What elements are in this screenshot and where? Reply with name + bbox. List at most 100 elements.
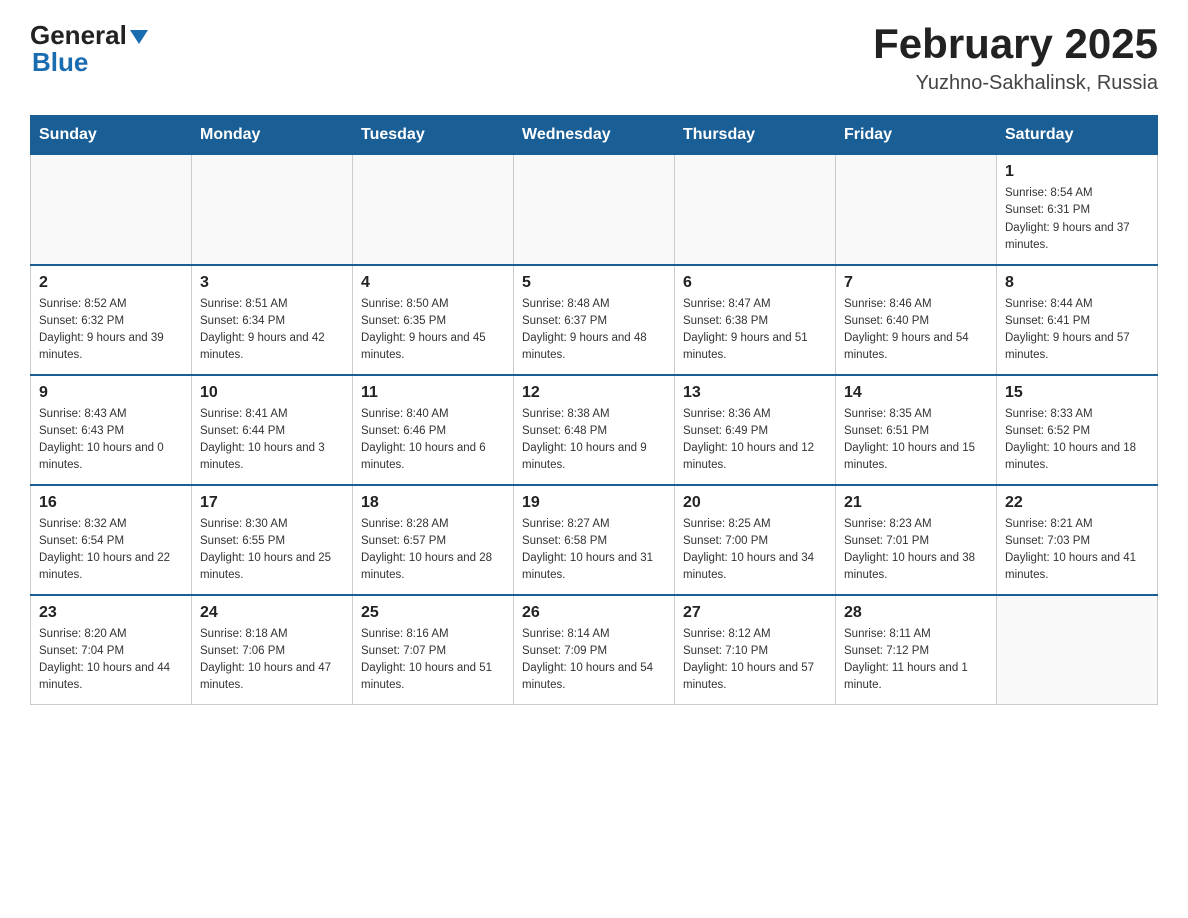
- day-number: 8: [1005, 274, 1149, 292]
- day-number: 16: [39, 494, 183, 512]
- day-number: 24: [200, 604, 344, 622]
- day-info: Sunrise: 8:35 AM Sunset: 6:51 PM Dayligh…: [844, 406, 988, 475]
- day-info: Sunrise: 8:47 AM Sunset: 6:38 PM Dayligh…: [683, 296, 827, 365]
- day-info: Sunrise: 8:32 AM Sunset: 6:54 PM Dayligh…: [39, 516, 183, 585]
- calendar-subtitle: Yuzhno-Sakhalinsk, Russia: [873, 72, 1158, 95]
- day-number: 6: [683, 274, 827, 292]
- calendar-week-row: 2 Sunrise: 8:52 AM Sunset: 6:32 PM Daylig…: [31, 265, 1158, 375]
- day-number: 5: [522, 274, 666, 292]
- calendar-day-cell: 18 Sunrise: 8:28 AM Sunset: 6:57 PM Dayli…: [353, 485, 514, 595]
- calendar-day-cell: 3Sunrise: 8:51 AM Sunset: 6:34 PM Daylig…: [192, 265, 353, 375]
- calendar-day-cell: 19 Sunrise: 8:27 AM Sunset: 6:58 PM Dayli…: [514, 485, 675, 595]
- calendar-table: Sunday Monday Tuesday Wednesday Thursday…: [30, 115, 1158, 705]
- calendar-week-row: 1 Sunrise: 8:54 AM Sunset: 6:31 PM Daylig…: [31, 155, 1158, 265]
- day-number: 28: [844, 604, 988, 622]
- calendar-day-cell: 23 Sunrise: 8:20 AM Sunset: 7:04 PM Dayli…: [31, 595, 192, 705]
- day-info: Sunrise: 8:40 AM Sunset: 6:46 PM Dayligh…: [361, 406, 505, 475]
- day-number: 10: [200, 384, 344, 402]
- day-number: 19: [522, 494, 666, 512]
- day-number: 21: [844, 494, 988, 512]
- logo-text-blue: Blue: [30, 47, 88, 78]
- header-wednesday: Wednesday: [514, 116, 675, 155]
- day-number: 3: [200, 274, 344, 292]
- header-saturday: Saturday: [997, 116, 1158, 155]
- calendar-day-cell: [675, 155, 836, 265]
- day-number: 15: [1005, 384, 1149, 402]
- calendar-day-cell: 24Sunrise: 8:18 AM Sunset: 7:06 PM Dayli…: [192, 595, 353, 705]
- calendar-day-cell: 10 Sunrise: 8:41 AM Sunset: 6:44 PM Dayli…: [192, 375, 353, 485]
- day-info: Sunrise: 8:27 AM Sunset: 6:58 PM Dayligh…: [522, 516, 666, 585]
- calendar-day-cell: 7 Sunrise: 8:46 AM Sunset: 6:40 PM Daylig…: [836, 265, 997, 375]
- header-tuesday: Tuesday: [353, 116, 514, 155]
- day-info: Sunrise: 8:38 AM Sunset: 6:48 PM Dayligh…: [522, 406, 666, 475]
- day-number: 27: [683, 604, 827, 622]
- header-thursday: Thursday: [675, 116, 836, 155]
- day-number: 7: [844, 274, 988, 292]
- calendar-week-row: 23 Sunrise: 8:20 AM Sunset: 7:04 PM Dayli…: [31, 595, 1158, 705]
- day-info: Sunrise: 8:25 AM Sunset: 7:00 PM Dayligh…: [683, 516, 827, 585]
- day-number: 17: [200, 494, 344, 512]
- calendar-day-cell: 25Sunrise: 8:16 AM Sunset: 7:07 PM Dayli…: [353, 595, 514, 705]
- calendar-day-cell: 4 Sunrise: 8:50 AM Sunset: 6:35 PM Daylig…: [353, 265, 514, 375]
- day-info: Sunrise: 8:21 AM Sunset: 7:03 PM Dayligh…: [1005, 516, 1149, 585]
- day-info: Sunrise: 8:11 AM Sunset: 7:12 PM Dayligh…: [844, 626, 988, 695]
- calendar-day-cell: 28 Sunrise: 8:11 AM Sunset: 7:12 PM Dayli…: [836, 595, 997, 705]
- day-info: Sunrise: 8:52 AM Sunset: 6:32 PM Dayligh…: [39, 296, 183, 365]
- day-number: 12: [522, 384, 666, 402]
- calendar-day-cell: [31, 155, 192, 265]
- calendar-week-row: 16 Sunrise: 8:32 AM Sunset: 6:54 PM Dayli…: [31, 485, 1158, 595]
- calendar-day-cell: 22 Sunrise: 8:21 AM Sunset: 7:03 PM Dayli…: [997, 485, 1158, 595]
- page-header: General Blue February 2025 Yuzhno-Sakhal…: [30, 20, 1158, 95]
- day-info: Sunrise: 8:54 AM Sunset: 6:31 PM Dayligh…: [1005, 185, 1149, 254]
- calendar-day-cell: [997, 595, 1158, 705]
- day-info: Sunrise: 8:30 AM Sunset: 6:55 PM Dayligh…: [200, 516, 344, 585]
- calendar-day-cell: [514, 155, 675, 265]
- header-friday: Friday: [836, 116, 997, 155]
- day-number: 20: [683, 494, 827, 512]
- calendar-day-cell: 1 Sunrise: 8:54 AM Sunset: 6:31 PM Daylig…: [997, 155, 1158, 265]
- calendar-day-cell: [353, 155, 514, 265]
- calendar-day-cell: 6 Sunrise: 8:47 AM Sunset: 6:38 PM Daylig…: [675, 265, 836, 375]
- day-number: 22: [1005, 494, 1149, 512]
- day-number: 2: [39, 274, 183, 292]
- day-info: Sunrise: 8:23 AM Sunset: 7:01 PM Dayligh…: [844, 516, 988, 585]
- calendar-day-cell: 21 Sunrise: 8:23 AM Sunset: 7:01 PM Dayli…: [836, 485, 997, 595]
- day-info: Sunrise: 8:46 AM Sunset: 6:40 PM Dayligh…: [844, 296, 988, 365]
- day-info: Sunrise: 8:14 AM Sunset: 7:09 PM Dayligh…: [522, 626, 666, 695]
- calendar-day-cell: 15 Sunrise: 8:33 AM Sunset: 6:52 PM Dayli…: [997, 375, 1158, 485]
- day-number: 25: [361, 604, 505, 622]
- day-number: 4: [361, 274, 505, 292]
- calendar-day-cell: 17 Sunrise: 8:30 AM Sunset: 6:55 PM Dayli…: [192, 485, 353, 595]
- day-info: Sunrise: 8:12 AM Sunset: 7:10 PM Dayligh…: [683, 626, 827, 695]
- day-number: 13: [683, 384, 827, 402]
- day-info: Sunrise: 8:50 AM Sunset: 6:35 PM Dayligh…: [361, 296, 505, 365]
- title-block: February 2025 Yuzhno-Sakhalinsk, Russia: [873, 20, 1158, 95]
- calendar-day-cell: 27 Sunrise: 8:12 AM Sunset: 7:10 PM Dayli…: [675, 595, 836, 705]
- calendar-day-cell: [836, 155, 997, 265]
- header-monday: Monday: [192, 116, 353, 155]
- calendar-day-cell: 13Sunrise: 8:36 AM Sunset: 6:49 PM Dayli…: [675, 375, 836, 485]
- day-info: Sunrise: 8:41 AM Sunset: 6:44 PM Dayligh…: [200, 406, 344, 475]
- calendar-day-cell: 2 Sunrise: 8:52 AM Sunset: 6:32 PM Daylig…: [31, 265, 192, 375]
- calendar-day-cell: [192, 155, 353, 265]
- calendar-header-row: Sunday Monday Tuesday Wednesday Thursday…: [31, 116, 1158, 155]
- day-info: Sunrise: 8:20 AM Sunset: 7:04 PM Dayligh…: [39, 626, 183, 695]
- day-number: 23: [39, 604, 183, 622]
- calendar-week-row: 9Sunrise: 8:43 AM Sunset: 6:43 PM Daylig…: [31, 375, 1158, 485]
- day-info: Sunrise: 8:33 AM Sunset: 6:52 PM Dayligh…: [1005, 406, 1149, 475]
- day-number: 18: [361, 494, 505, 512]
- day-info: Sunrise: 8:48 AM Sunset: 6:37 PM Dayligh…: [522, 296, 666, 365]
- calendar-title: February 2025: [873, 20, 1158, 68]
- day-number: 1: [1005, 163, 1149, 181]
- day-info: Sunrise: 8:44 AM Sunset: 6:41 PM Dayligh…: [1005, 296, 1149, 365]
- day-number: 11: [361, 384, 505, 402]
- calendar-day-cell: 8 Sunrise: 8:44 AM Sunset: 6:41 PM Daylig…: [997, 265, 1158, 375]
- header-sunday: Sunday: [31, 116, 192, 155]
- calendar-day-cell: 26 Sunrise: 8:14 AM Sunset: 7:09 PM Dayli…: [514, 595, 675, 705]
- calendar-day-cell: 16 Sunrise: 8:32 AM Sunset: 6:54 PM Dayli…: [31, 485, 192, 595]
- calendar-day-cell: 14Sunrise: 8:35 AM Sunset: 6:51 PM Dayli…: [836, 375, 997, 485]
- calendar-day-cell: 12 Sunrise: 8:38 AM Sunset: 6:48 PM Dayli…: [514, 375, 675, 485]
- day-info: Sunrise: 8:28 AM Sunset: 6:57 PM Dayligh…: [361, 516, 505, 585]
- day-number: 26: [522, 604, 666, 622]
- calendar-day-cell: 5 Sunrise: 8:48 AM Sunset: 6:37 PM Daylig…: [514, 265, 675, 375]
